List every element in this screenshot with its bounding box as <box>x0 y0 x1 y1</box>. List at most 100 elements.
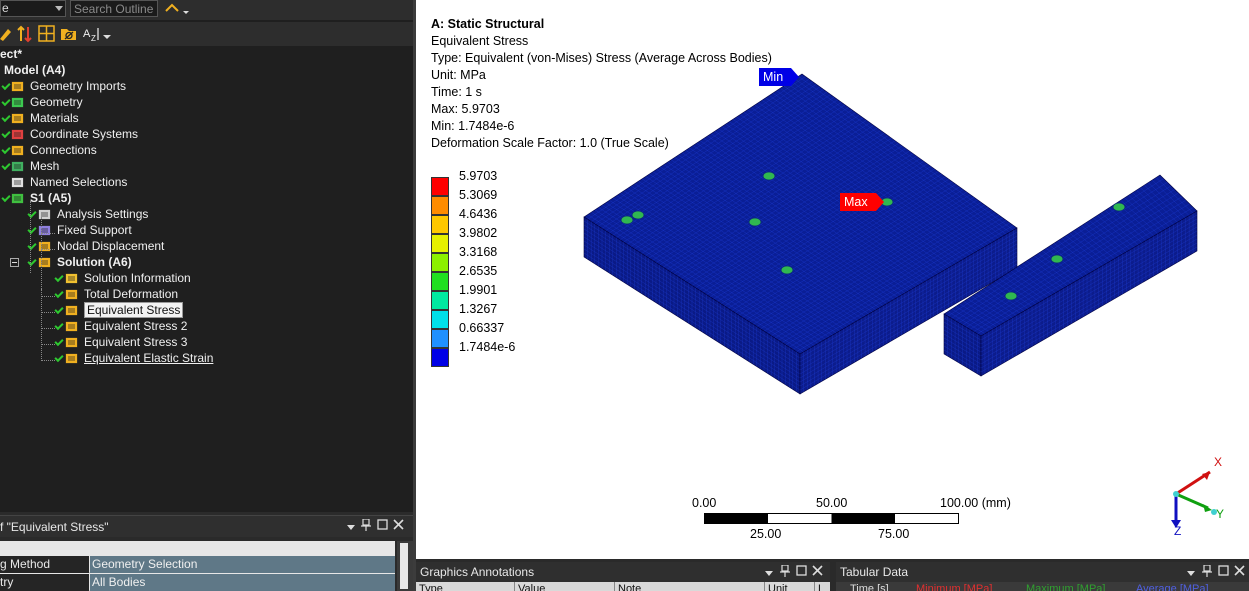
coordinate-systems-icon <box>11 128 24 140</box>
scale-label: 75.00 <box>878 527 910 541</box>
stress-hotspot <box>762 171 776 181</box>
result-icon <box>65 336 78 348</box>
details-grid: g Method Geometry Selection try All Bodi… <box>0 541 395 591</box>
scale-label: 100.00 (mm) <box>940 496 1011 510</box>
outline-filter-select[interactable]: e <box>0 0 66 17</box>
pencil-icon[interactable] <box>0 25 12 43</box>
tree-node-label: Equivalent Stress 2 <box>84 319 188 333</box>
column-header[interactable]: Value <box>518 583 545 591</box>
tree-node-solution[interactable]: Solution (A6) <box>0 254 413 270</box>
triad-z-label: Z <box>1174 524 1181 535</box>
max-probe-label: Max <box>844 195 868 209</box>
max-probe[interactable]: Max <box>840 193 884 211</box>
tree-node-solution-information[interactable]: Solution Information <box>0 270 413 286</box>
min-probe-label: Min <box>763 70 784 84</box>
details-scrollbar[interactable] <box>397 541 413 591</box>
tree-node-connections[interactable]: Connections <box>0 142 413 158</box>
maximize-icon[interactable] <box>375 519 389 533</box>
outline-pane: e A <box>0 0 413 512</box>
pin-icon[interactable] <box>359 518 373 533</box>
details-title: f "Equivalent Stress" <box>0 520 109 534</box>
status-check-icon <box>1 160 11 171</box>
tree-node-nodal-displacement[interactable]: Nodal Displacement <box>0 238 413 254</box>
tree-node-equivalent-stress[interactable]: Equivalent Stress <box>0 302 413 318</box>
legend-swatch <box>431 215 449 234</box>
close-icon[interactable] <box>391 519 405 533</box>
tree-node-label: Equivalent Elastic Strain <box>84 351 214 365</box>
tree-node-fixed-support[interactable]: Fixed Support <box>0 222 413 238</box>
tree-node-label: Geometry Imports <box>30 79 127 93</box>
status-check-icon <box>1 192 11 203</box>
column-header[interactable]: Type <box>419 583 443 591</box>
sort-arrows-icon[interactable] <box>17 25 33 43</box>
sort-alphabetical-icon[interactable]: A Z <box>82 25 114 43</box>
status-check-icon <box>27 240 37 251</box>
details-row[interactable]: try All Bodies <box>0 574 395 591</box>
expand-options-button[interactable] <box>164 0 192 18</box>
result-time: Time: 1 s <box>431 85 482 99</box>
close-icon[interactable] <box>810 565 824 579</box>
tree-node-equivalent-stress-2[interactable]: Equivalent Stress 2 <box>0 318 413 334</box>
status-check-icon <box>1 144 11 155</box>
grid-view-icon[interactable] <box>38 25 56 43</box>
graphics-viewport[interactable]: A: Static Structural Equivalent Stress T… <box>416 0 1249 559</box>
tree-connector <box>41 249 55 250</box>
tree-node-equivalent-stress-3[interactable]: Equivalent Stress 3 <box>0 334 413 350</box>
legend-swatch <box>431 329 449 348</box>
tree-node-materials[interactable]: Materials <box>0 110 413 126</box>
import-folder-icon <box>11 80 24 92</box>
details-key: try <box>0 574 89 591</box>
tree-node-geometry-imports[interactable]: Geometry Imports <box>0 78 413 94</box>
min-probe[interactable]: Min <box>759 68 799 86</box>
materials-icon <box>11 112 24 124</box>
scale-bar-graphic <box>704 513 959 524</box>
geometry-icon <box>11 96 24 108</box>
details-value[interactable]: All Bodies <box>90 574 395 591</box>
pin-icon[interactable] <box>1200 564 1214 579</box>
tree-node-equivalent-elastic-strain[interactable]: Equivalent Elastic Strain <box>0 350 413 366</box>
column-header[interactable]: Minimum [MPa] <box>916 583 992 591</box>
column-header[interactable]: Note <box>618 583 641 591</box>
maximize-icon[interactable] <box>1216 565 1230 579</box>
status-check-icon <box>54 272 64 283</box>
column-header[interactable]: Unit <box>768 583 788 591</box>
status-check-icon <box>1 112 11 123</box>
dropdown-icon[interactable] <box>344 519 358 533</box>
details-row[interactable]: g Method Geometry Selection <box>0 556 395 573</box>
tree-node-analysis-settings[interactable]: Analysis Settings <box>0 206 413 222</box>
analysis-icon <box>11 192 24 204</box>
tree-node-label: Mesh <box>30 159 60 173</box>
column-header[interactable]: Maximum [MPa] <box>1026 583 1105 591</box>
status-check-icon <box>54 288 64 299</box>
hide-folder-icon[interactable] <box>60 25 78 43</box>
legend-label: 0.66337 <box>459 321 505 335</box>
dropdown-icon[interactable] <box>762 565 776 579</box>
maximize-icon[interactable] <box>794 565 808 579</box>
result-icon <box>65 288 78 300</box>
legend-swatch <box>431 253 449 272</box>
tree-node-named-selections[interactable]: Named Selections <box>0 174 413 190</box>
legend-swatch <box>431 272 449 291</box>
close-icon[interactable] <box>1232 565 1246 579</box>
pin-icon[interactable] <box>778 564 792 579</box>
tree-node-total-deformation[interactable]: Total Deformation <box>0 286 413 302</box>
analysis-title: A: Static Structural <box>431 17 545 31</box>
tree-node-mesh[interactable]: Mesh <box>0 158 413 174</box>
details-value[interactable]: Geometry Selection <box>90 556 395 573</box>
tree-node-geometry[interactable]: Geometry <box>0 94 413 110</box>
tree-node-model[interactable]: Model (A4) <box>0 62 413 78</box>
dropdown-icon[interactable] <box>1184 565 1198 579</box>
search-outline-input[interactable] <box>70 0 158 17</box>
info-icon <box>65 272 78 284</box>
column-header[interactable]: Time [s] <box>850 583 889 591</box>
legend-label: 4.6436 <box>459 207 498 221</box>
status-check-icon <box>27 224 37 235</box>
axis-triad[interactable]: X Y Z <box>1158 450 1228 538</box>
tree-node-coordinate-systems[interactable]: Coordinate Systems <box>0 126 413 142</box>
column-header[interactable]: L <box>818 583 824 591</box>
tree-node-s1[interactable]: S1 (A5) <box>0 190 413 206</box>
collapse-toggle-icon[interactable] <box>10 258 19 267</box>
named-selections-icon <box>11 176 24 188</box>
status-check-icon <box>1 80 11 91</box>
column-header[interactable]: Average [MPa] <box>1136 583 1209 591</box>
